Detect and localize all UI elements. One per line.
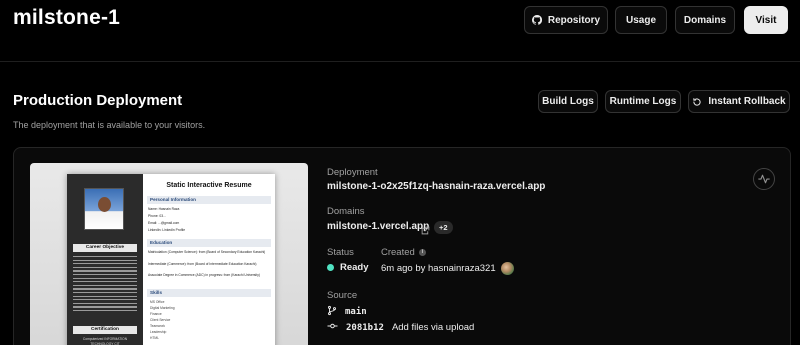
status-value: Ready bbox=[340, 262, 369, 273]
status-label: Status bbox=[327, 247, 354, 258]
repository-button[interactable]: Repository bbox=[524, 6, 608, 34]
skill-item: Digital Marketing bbox=[150, 306, 175, 310]
runtime-logs-button[interactable]: Runtime Logs bbox=[605, 90, 681, 113]
status-value-row: Ready bbox=[327, 262, 369, 273]
git-branch-icon bbox=[327, 305, 337, 319]
build-logs-button[interactable]: Build Logs bbox=[538, 90, 598, 113]
created-value: 6m ago by hasnainraza321 bbox=[381, 263, 496, 274]
skill-item: Finance bbox=[150, 312, 162, 316]
skill-item: Leadership bbox=[150, 330, 167, 334]
skill-item: HTML bbox=[150, 336, 159, 340]
extra-domains-badge[interactable]: +2 bbox=[434, 221, 453, 234]
rollback-icon bbox=[692, 97, 702, 107]
rollback-label: Instant Rollback bbox=[708, 96, 786, 107]
info-icon[interactable]: i bbox=[418, 249, 426, 256]
source-label: Source bbox=[327, 290, 358, 301]
github-icon bbox=[531, 15, 542, 25]
project-title: milstone-1 bbox=[13, 6, 121, 29]
name-line: Name: Hasnain Raza bbox=[148, 207, 180, 211]
branch-row[interactable]: main bbox=[327, 305, 367, 319]
phone-line: Phone: 03... bbox=[148, 214, 166, 218]
cert-text: Computerized INFORMATION TECHNOLOGY CIT bbox=[82, 337, 128, 345]
domain-link[interactable]: milstone-1.vercel.app bbox=[327, 221, 429, 232]
domains-button[interactable]: Domains bbox=[675, 6, 735, 34]
external-link-icon[interactable] bbox=[421, 222, 430, 240]
commit-row[interactable]: 2081b12 Add files via upload bbox=[327, 321, 474, 334]
resume-photo bbox=[84, 188, 124, 230]
repository-label: Repository bbox=[547, 14, 601, 26]
deployment-preview[interactable]: Career Objective Certification Computeri… bbox=[30, 163, 308, 345]
commit-hash: 2081b12 bbox=[346, 322, 384, 333]
created-label-row: Created i bbox=[381, 247, 426, 258]
instant-rollback-button[interactable]: Instant Rollback bbox=[688, 90, 790, 113]
email-line: Email: ...@gmail.com bbox=[148, 221, 180, 225]
career-heading: Career Objective bbox=[73, 244, 137, 252]
avatar[interactable] bbox=[500, 262, 514, 275]
linkedin-line: LinkedIn: LinkedIn Profile bbox=[148, 228, 186, 232]
section-title: Production Deployment bbox=[13, 92, 183, 109]
created-value-row: 6m ago by hasnainraza321 bbox=[381, 262, 514, 275]
deployment-label: Deployment bbox=[327, 167, 378, 178]
resume-title: Static Interactive Resume bbox=[166, 182, 252, 189]
top-bar: milstone-1 Repository Usage Domains Visi… bbox=[0, 0, 800, 62]
personal-heading: Personal Information bbox=[147, 196, 271, 204]
branch-name: main bbox=[345, 307, 367, 317]
edu-line-2: Intermediate (Commerce): from (Board of … bbox=[148, 262, 257, 266]
edu-line-3: Associate Degree in Commerce (ADC) in pr… bbox=[148, 273, 260, 277]
skill-item: Client Service bbox=[150, 318, 171, 322]
section-subtitle: The deployment that is available to your… bbox=[13, 120, 206, 130]
usage-button[interactable]: Usage bbox=[615, 6, 667, 34]
commit-message: Add files via upload bbox=[391, 322, 475, 333]
resume-sidebar: Career Objective Certification Computeri… bbox=[67, 174, 143, 345]
resume-page: Career Objective Certification Computeri… bbox=[67, 174, 275, 345]
deployment-card: Career Objective Certification Computeri… bbox=[13, 147, 791, 345]
activity-icon[interactable] bbox=[753, 168, 775, 190]
edu-line-1: Matriculation (Computer Science): from (… bbox=[148, 250, 266, 254]
education-heading: Education bbox=[147, 239, 271, 247]
skill-item: Teamwork bbox=[150, 324, 166, 328]
visit-button[interactable]: Visit bbox=[744, 6, 788, 34]
domains-label: Domains bbox=[327, 206, 365, 217]
deployment-url[interactable]: milstone-1-o2x25f1zq-hasnain-raza.vercel… bbox=[327, 181, 545, 192]
status-dot bbox=[327, 264, 334, 271]
cert-heading: Certification bbox=[73, 326, 137, 334]
career-text-lines bbox=[73, 256, 137, 314]
created-label: Created bbox=[381, 247, 415, 258]
skill-item: MS Office bbox=[150, 300, 165, 304]
skills-heading: Skills bbox=[147, 289, 271, 297]
git-commit-icon bbox=[327, 321, 338, 334]
